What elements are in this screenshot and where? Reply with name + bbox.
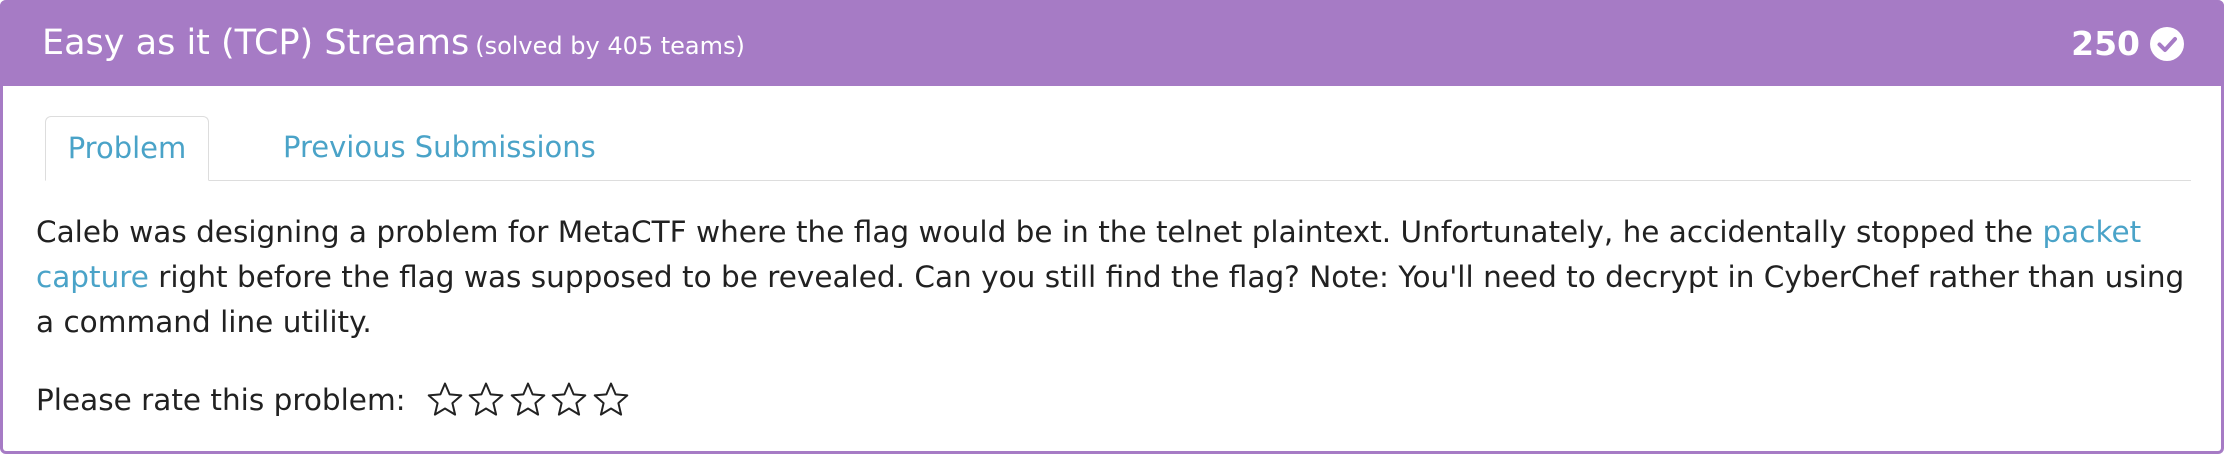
- problem-card: Easy as it (TCP) Streams (solved by 405 t…: [0, 0, 2224, 454]
- problem-description: Caleb was designing a problem for MetaCT…: [36, 210, 2186, 345]
- star-icon[interactable]: [426, 381, 464, 419]
- check-circle-icon: [2150, 27, 2184, 61]
- problem-tabs: Problem Previous Submissions: [45, 116, 2191, 181]
- star-icon[interactable]: [550, 381, 588, 419]
- solved-count: (solved by 405 teams): [475, 32, 745, 60]
- tab-problem[interactable]: Problem: [45, 116, 209, 181]
- points-value: 250: [2071, 24, 2140, 63]
- rating-row: Please rate this problem:: [36, 378, 633, 422]
- star-icon[interactable]: [467, 381, 505, 419]
- problem-title: Easy as it (TCP) Streams: [42, 23, 470, 63]
- description-text-end: right before the flag was supposed to be…: [36, 260, 2185, 339]
- star-icon[interactable]: [509, 381, 547, 419]
- description-text-start: Caleb was designing a problem for MetaCT…: [36, 215, 2043, 249]
- star-icon[interactable]: [592, 381, 630, 419]
- problem-title-line: Easy as it (TCP) Streams (solved by 405 t…: [42, 20, 745, 69]
- star-rating: [426, 381, 634, 419]
- rating-label: Please rate this problem:: [36, 383, 406, 417]
- tab-previous-submissions[interactable]: Previous Submissions: [283, 116, 596, 180]
- problem-header[interactable]: Easy as it (TCP) Streams (solved by 405 t…: [0, 0, 2224, 86]
- points-display: 250: [2071, 22, 2184, 66]
